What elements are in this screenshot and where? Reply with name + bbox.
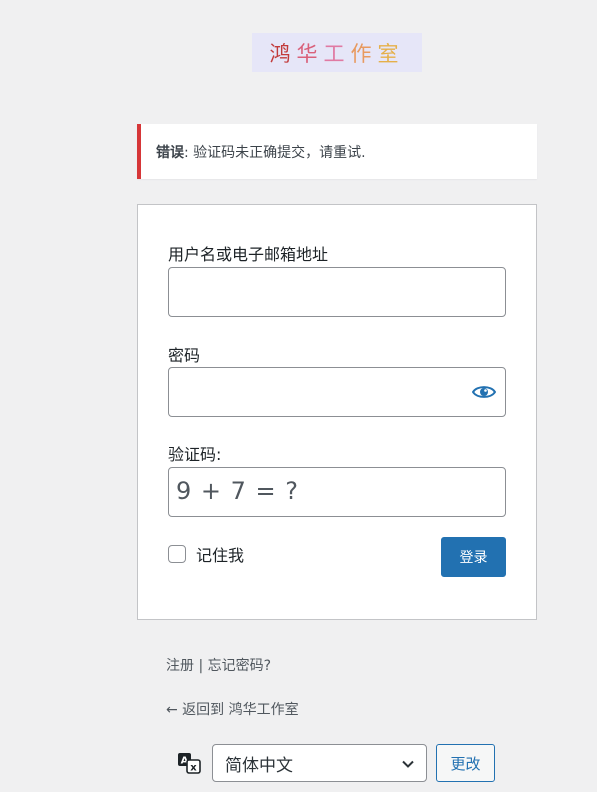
logo-char: 作 <box>350 41 378 66</box>
lost-password-link[interactable]: 忘记密码? <box>208 658 271 674</box>
login-error-notice: 错误: 验证码未正确提交，请重试. <box>137 124 537 179</box>
login-nav: 注册 | 忘记密码? <box>166 655 271 675</box>
remember-me-label: 记住我 <box>196 546 245 565</box>
username-input[interactable] <box>168 267 506 317</box>
remember-me[interactable]: 记住我 <box>168 542 244 566</box>
captcha-question: 9 + 7 = ? <box>176 477 300 505</box>
login-form: 用户名或电子邮箱地址 密码 验证码: 9 + 7 = ? 记住我 登录 <box>137 204 537 620</box>
language-select[interactable]: 简体中文 <box>212 744 427 782</box>
back-to-site-link[interactable]: ← 返回到 鸿华工作室 <box>166 699 299 719</box>
chevron-down-icon <box>402 760 414 768</box>
password-input[interactable] <box>168 367 506 417</box>
eye-icon <box>472 386 496 398</box>
logo-char: 华 <box>296 41 324 66</box>
error-message: : 验证码未正确提交，请重试. <box>184 144 366 161</box>
register-link[interactable]: 注册 <box>166 658 194 674</box>
captcha-input[interactable]: 9 + 7 = ? <box>168 467 506 517</box>
logo-char: 鸿 <box>269 41 297 66</box>
logo-char: 工 <box>323 41 351 66</box>
password-label: 密码 <box>168 346 201 365</box>
language-selected: 简体中文 <box>225 755 293 776</box>
show-password-button[interactable] <box>471 380 497 404</box>
site-logo[interactable]: 鸿 华 工 作 室 <box>252 33 422 72</box>
change-language-button[interactable]: 更改 <box>436 744 495 782</box>
username-label: 用户名或电子邮箱地址 <box>168 245 329 264</box>
nav-separator: | <box>194 658 208 674</box>
error-label: 错误 <box>156 144 184 161</box>
svg-text:x: x <box>190 763 197 774</box>
remember-me-checkbox[interactable] <box>168 545 186 563</box>
translation-icon: A x <box>178 753 201 774</box>
login-button[interactable]: 登录 <box>441 537 506 577</box>
captcha-label: 验证码: <box>168 445 222 464</box>
logo-char: 室 <box>377 41 405 66</box>
